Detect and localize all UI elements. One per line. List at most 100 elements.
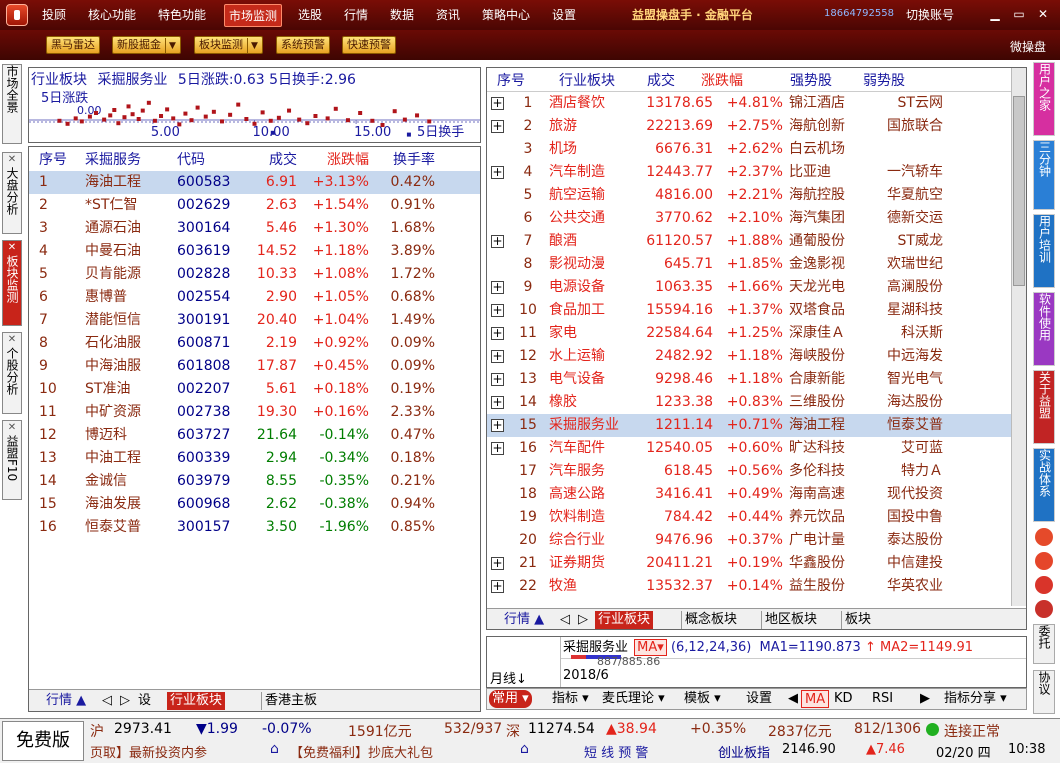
header-seq[interactable]: 序号 — [39, 149, 69, 169]
table-row[interactable]: 6 惠博普 002554 2.90 +1.05% 0.68% — [29, 286, 480, 309]
data-point[interactable] — [370, 118, 375, 123]
expand-plus-icon[interactable]: + — [491, 120, 504, 133]
table-row[interactable]: +9 电源设备 1063.35 +1.66% 天龙光电 高澜股份 — [487, 276, 1011, 299]
data-point[interactable] — [146, 100, 151, 105]
data-point[interactable] — [236, 102, 241, 107]
menu-item-settings[interactable]: 设置 — [552, 6, 576, 23]
close-icon[interactable]: ✕ — [3, 333, 21, 347]
tab-mai-theory[interactable]: 麦氏理论 ▾ — [599, 690, 668, 708]
chat-icon[interactable] — [1035, 552, 1053, 570]
system-alert-button[interactable]: 系统预警 — [276, 36, 330, 54]
tab-hk-main-board[interactable]: 香港主板 — [261, 692, 320, 710]
data-point[interactable] — [219, 119, 224, 124]
settings-button[interactable]: 设置 — [743, 690, 775, 708]
header-weak-stock[interactable]: 弱势股 — [863, 70, 905, 90]
tab-stock-analysis[interactable]: ✕ 个股分析 — [2, 332, 22, 414]
table-row[interactable]: +15 采掘服务业 1211.14 +0.71% 海油工程 恒泰艾普 — [487, 414, 1011, 437]
dark-horse-radar-button[interactable]: 黑马雷达 — [46, 36, 100, 54]
tab-sector-more[interactable]: 板块 — [841, 611, 874, 629]
switch-account-link[interactable]: 切换账号 — [906, 6, 954, 23]
table-row[interactable]: +21 证券期货 20411.21 +0.19% 华鑫股份 中信建投 — [487, 552, 1011, 575]
menu-item-stock-picking[interactable]: 选股 — [298, 6, 322, 23]
table-row[interactable]: +11 家电 22584.64 +1.25% 深康佳Ａ 科沃斯 — [487, 322, 1011, 345]
micro-trading-link[interactable]: 微操盘 — [1010, 38, 1046, 55]
close-icon[interactable]: ✕ — [3, 153, 21, 167]
data-point[interactable] — [159, 114, 164, 118]
expand-plus-icon[interactable]: + — [491, 442, 504, 455]
data-point[interactable] — [333, 106, 338, 111]
table-row[interactable]: 19 饮料制造 784.42 +0.44% 养元饮品 国投中鲁 — [487, 506, 1011, 529]
data-point[interactable] — [325, 116, 330, 121]
tab-three-minutes[interactable]: 三分钟 — [1033, 140, 1055, 210]
expand-plus-icon[interactable]: + — [491, 373, 504, 386]
header-volume[interactable]: 成交 — [647, 70, 675, 90]
tab-prev-icon[interactable]: ◁ — [99, 692, 115, 710]
data-point[interactable] — [195, 105, 200, 110]
table-row[interactable]: 14 金诚信 603979 8.55 -0.35% 0.21% — [29, 470, 480, 493]
data-point[interactable] — [177, 122, 182, 127]
table-row[interactable]: +2 旅游 22213.69 +2.75% 海航创新 国旅联合 — [487, 115, 1011, 138]
table-row[interactable]: +1 酒店餐饮 13178.65 +4.81% 锦江酒店 ST云网 — [487, 92, 1011, 115]
minimize-icon[interactable]: ▁ — [988, 7, 1002, 21]
table-row[interactable]: 18 高速公路 3416.41 +0.49% 海南高速 现代投资 — [487, 483, 1011, 506]
data-point[interactable] — [136, 117, 141, 121]
table-row[interactable]: +10 食品加工 15594.16 +1.37% 双塔食品 星湖科技 — [487, 299, 1011, 322]
data-point[interactable] — [244, 117, 249, 121]
data-point[interactable] — [116, 121, 121, 126]
table-row[interactable]: 11 中矿资源 002738 19.30 +0.16% 2.33% — [29, 401, 480, 424]
home-icon[interactable]: ⌂ — [270, 741, 279, 757]
tab-templates[interactable]: 模板 ▾ — [681, 690, 724, 708]
data-point[interactable] — [108, 113, 113, 118]
quick-alert-button[interactable]: 快速预警 — [342, 36, 396, 54]
sector-scrollbar[interactable] — [1011, 68, 1026, 606]
table-row[interactable]: +12 水上运输 2482.92 +1.18% 海峡股份 中远海发 — [487, 345, 1011, 368]
close-icon[interactable]: ✕ — [3, 421, 21, 435]
table-row[interactable]: 1 海油工程 600583 6.91 +3.13% 0.42% — [29, 171, 480, 194]
tab-industry-sector[interactable]: 行业板块 — [167, 692, 226, 710]
expand-plus-icon[interactable]: + — [491, 580, 504, 593]
expand-plus-icon[interactable]: + — [491, 166, 504, 179]
tab-settings-short[interactable]: 设 — [135, 692, 154, 710]
tab-about[interactable]: 关于益盟 — [1033, 370, 1055, 444]
close-icon[interactable]: ✕ — [1036, 7, 1050, 21]
expand-plus-icon[interactable]: + — [491, 557, 504, 570]
news-link-1[interactable]: 页取】最新投资内参 — [90, 742, 207, 761]
menu-item-market-monitor[interactable]: 市场监测 — [224, 4, 283, 27]
data-point[interactable] — [65, 121, 70, 126]
data-point[interactable] — [305, 121, 310, 126]
tab-quotes[interactable]: 行情 ▲ — [501, 611, 547, 629]
data-point[interactable] — [79, 119, 84, 124]
dropdown-arrow-icon[interactable]: ▼ — [247, 38, 258, 54]
data-point[interactable] — [171, 116, 176, 121]
table-row[interactable]: 17 汽车服务 618.45 +0.56% 多伦科技 特力Ａ — [487, 460, 1011, 483]
table-row[interactable]: 8 石化油服 600871 2.19 +0.92% 0.09% — [29, 332, 480, 355]
header-turnover[interactable]: 换手率 — [369, 149, 435, 169]
tab-user-home[interactable]: 用户之家 — [1033, 62, 1055, 136]
table-row[interactable]: 2 *ST仁智 002629 2.63 +1.54% 0.91% — [29, 194, 480, 217]
indicator-share-button[interactable]: 指标分享 ▾ — [941, 690, 1010, 708]
table-row[interactable]: +4 汽车制造 12443.77 +2.37% 比亚迪 一汽轿车 — [487, 161, 1011, 184]
close-icon[interactable]: ✕ — [3, 241, 21, 255]
data-point[interactable] — [270, 130, 275, 135]
tab-region-sector[interactable]: 地区板块 — [761, 611, 820, 629]
data-point[interactable] — [380, 123, 385, 127]
menu-item-investment-advisor[interactable]: 投顾 — [42, 6, 66, 23]
table-row[interactable]: 4 中曼石油 603619 14.52 +1.18% 3.89% — [29, 240, 480, 263]
header-strong-stock[interactable]: 强势股 — [790, 70, 832, 90]
speaker-icon[interactable] — [1035, 528, 1053, 546]
rsi-indicator-button[interactable]: RSI — [869, 690, 896, 708]
tab-prev-icon[interactable]: ◁ — [557, 611, 573, 629]
table-row[interactable]: 15 海油发展 600968 2.62 -0.38% 0.94% — [29, 493, 480, 516]
data-point[interactable] — [73, 116, 78, 121]
header-code[interactable]: 代码 — [177, 149, 237, 169]
data-point[interactable] — [406, 132, 411, 137]
data-point[interactable] — [313, 114, 318, 118]
data-point[interactable] — [130, 112, 135, 117]
phone-icon[interactable] — [1035, 600, 1053, 618]
news-link-2[interactable]: 【免费福利】抄底大礼包 — [290, 742, 433, 761]
data-point[interactable] — [392, 109, 397, 114]
tab-software-usage[interactable]: 软件使用 — [1033, 292, 1055, 366]
table-row[interactable]: 6 公共交通 3770.62 +2.10% 海汽集团 德新交运 — [487, 207, 1011, 230]
data-point[interactable] — [183, 111, 188, 116]
table-row[interactable]: 8 影视动漫 645.71 +1.85% 金逸影视 欢瑞世纪 — [487, 253, 1011, 276]
